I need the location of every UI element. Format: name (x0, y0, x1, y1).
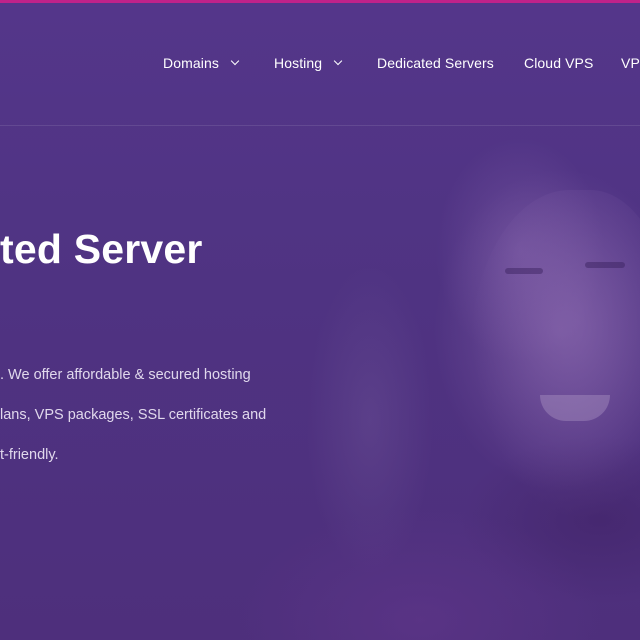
hero-headline: ted Server (0, 226, 203, 272)
chevron-down-icon (230, 56, 240, 66)
nav-item-label: Cloud VPS (524, 55, 594, 71)
nav-item-dedicated-servers[interactable]: Dedicated Servers (377, 55, 494, 71)
hero-person-eye-left (505, 268, 543, 274)
hero-person-eye-right (585, 262, 625, 268)
nav-item-label: Domains (163, 55, 219, 71)
main-navigation: Domains Hosting Dedicated Servers Cloud … (0, 3, 640, 126)
nav-item-hosting[interactable]: Hosting (274, 55, 343, 71)
page: Domains Hosting Dedicated Servers Cloud … (0, 0, 640, 640)
nav-item-label: Dedicated Servers (377, 55, 494, 71)
nav-item-label: VP (621, 55, 640, 71)
hero-description-line: lans, VPS packages, SSL certificates and (0, 407, 267, 423)
nav-item-vps[interactable]: VP (621, 55, 640, 71)
hero-description-line: t-friendly. (0, 447, 59, 463)
nav-item-domains[interactable]: Domains (163, 55, 240, 71)
chevron-down-icon (333, 56, 343, 66)
hero-person-face (470, 190, 640, 520)
nav-item-cloud-vps[interactable]: Cloud VPS (524, 55, 593, 71)
hero-description-line: . We offer affordable & secured hosting (0, 367, 251, 383)
nav-item-label: Hosting (274, 55, 323, 71)
